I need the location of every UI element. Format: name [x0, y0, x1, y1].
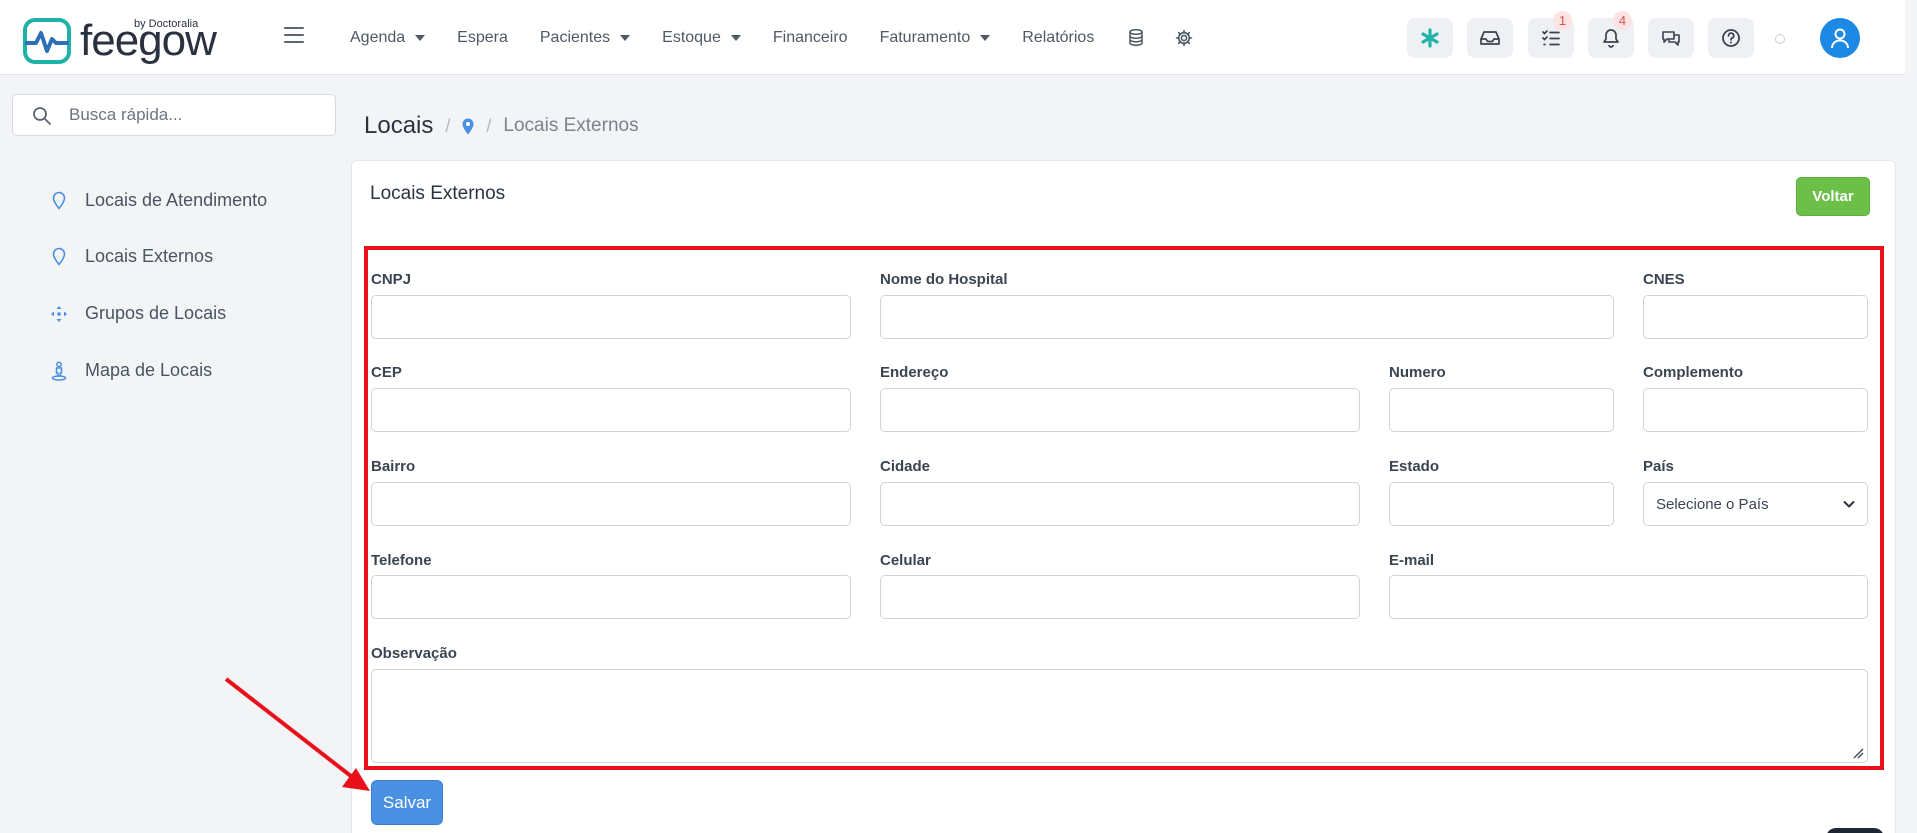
status-indicator-icon	[1775, 34, 1785, 44]
save-button[interactable]: Salvar	[371, 780, 443, 825]
database-icon[interactable]	[1126, 28, 1146, 48]
heartbeat-logo-icon	[23, 18, 71, 64]
toolbar-asterisk-button[interactable]	[1407, 18, 1453, 58]
card-title: Locais Externos	[370, 183, 506, 204]
map-pin-icon	[50, 191, 68, 211]
highlight-box	[364, 246, 1884, 770]
sidebar-item-locais-atendimento[interactable]: Locais de Atendimento	[50, 190, 267, 211]
map-pin-icon[interactable]	[462, 118, 474, 135]
floating-button-edge[interactable]	[1826, 828, 1884, 833]
sidebar-item-label: Mapa de Locais	[85, 360, 213, 380]
nav-espera[interactable]: Espera	[457, 29, 508, 47]
inbox-icon	[1480, 31, 1500, 45]
toolbar-inbox-button[interactable]	[1467, 18, 1513, 58]
nav-pacientes[interactable]: Pacientes	[540, 29, 631, 47]
back-button[interactable]: Voltar	[1796, 177, 1870, 216]
help-icon	[1722, 29, 1740, 47]
map-pin-icon	[50, 247, 68, 267]
main-nav: Agenda Espera Pacientes Estoque Financei…	[350, 0, 1222, 75]
menu-toggle-icon[interactable]	[284, 27, 304, 45]
chevron-down-icon	[980, 34, 991, 41]
toolbar-chat-button[interactable]	[1648, 18, 1694, 58]
page-scrollbar[interactable]	[1905, 0, 1917, 833]
quick-search[interactable]	[12, 94, 336, 136]
search-icon	[33, 107, 51, 125]
nav-agenda[interactable]: Agenda	[350, 29, 426, 47]
toolbar-tasks-button[interactable]: 1	[1528, 11, 1574, 58]
sidebar-item-label: Locais de Atendimento	[85, 190, 268, 210]
sidebar-item-grupos-locais[interactable]: Grupos de Locais	[50, 303, 226, 324]
user-icon	[1831, 28, 1849, 49]
sidebar-item-label: Locais Externos	[85, 246, 214, 266]
sidebar-item-locais-externos[interactable]: Locais Externos	[50, 246, 213, 267]
breadcrumb-separator: /	[486, 115, 492, 136]
toolbar-notifications-button[interactable]: 4	[1588, 11, 1634, 58]
notifications-count-badge: 4	[1613, 11, 1632, 30]
asterisk-icon	[1421, 28, 1439, 48]
breadcrumb-separator: /	[445, 115, 451, 136]
sidebar-item-mapa-locais[interactable]: Mapa de Locais	[50, 360, 212, 381]
breadcrumb: Locais / / Locais Externos	[364, 112, 639, 140]
nav-faturamento[interactable]: Faturamento	[880, 29, 991, 47]
top-bar: by Doctoralia feegow Agenda Espera Pacie…	[0, 0, 1905, 75]
chevron-down-icon	[415, 34, 426, 41]
crosshair-icon	[50, 304, 68, 324]
sidebar-item-label: Grupos de Locais	[85, 303, 227, 323]
feegow-logo[interactable]: by Doctoralia feegow	[22, 15, 217, 67]
chevron-down-icon	[730, 34, 741, 41]
nav-financeiro[interactable]: Financeiro	[773, 29, 848, 47]
gear-icon[interactable]	[1174, 28, 1194, 48]
chevron-down-icon	[620, 34, 631, 41]
brand-name: feegow	[80, 16, 217, 65]
avatar[interactable]	[1820, 18, 1860, 58]
nav-relatorios[interactable]: Relatórios	[1022, 29, 1094, 47]
tasks-count-badge: 1	[1553, 11, 1572, 30]
street-view-icon	[50, 361, 68, 381]
page-title: Locais	[364, 112, 434, 139]
search-input[interactable]	[69, 95, 319, 135]
nav-estoque[interactable]: Estoque	[662, 29, 741, 47]
bell-icon	[1603, 29, 1619, 48]
chat-icon	[1662, 31, 1680, 46]
checklist-icon	[1542, 30, 1560, 46]
breadcrumb-current: Locais Externos	[503, 115, 639, 136]
toolbar-help-button[interactable]	[1708, 18, 1754, 58]
